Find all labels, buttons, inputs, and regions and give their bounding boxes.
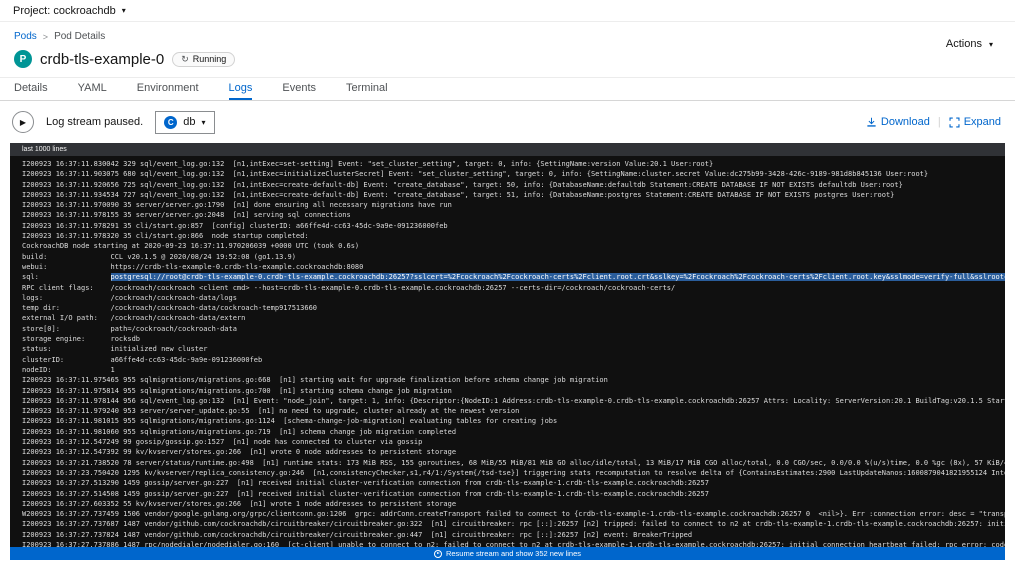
log-line: RPC client flags: /cockroach/cockroach <… [22, 283, 1005, 293]
chevron-down-icon: ▾ [989, 40, 993, 49]
log-lines[interactable]: I200923 16:37:11.830042 329 sql/event_lo… [10, 156, 1005, 547]
log-line: I200923 16:37:27.513290 1459 gossip/serv… [22, 478, 1005, 488]
log-line: store[0]: path=/cockroach/cockroach-data [22, 324, 1005, 334]
log-line: I200923 16:37:27.737886 1487 rpc/nodedia… [22, 540, 1005, 547]
log-line: I200923 16:37:27.737687 1487 vendor/gith… [22, 519, 1005, 529]
tab-logs[interactable]: Logs [229, 78, 253, 100]
log-line: webui: https://crdb-tls-example-0.crdb-t… [22, 262, 1005, 272]
page-title: crdb-tls-example-0 [40, 51, 164, 68]
log-line: I200923 16:37:11.975814 955 sqlmigration… [22, 386, 1005, 396]
project-bar: Project: cockroachdb ▾ [0, 0, 1015, 22]
download-link[interactable]: Download [866, 116, 930, 128]
download-icon [866, 117, 877, 128]
container-icon: C [164, 116, 177, 129]
log-line: CockroachDB node starting at 2020-09-23 … [22, 241, 1005, 251]
log-line: I200923 16:37:11.830042 329 sql/event_lo… [22, 159, 1005, 169]
expand-link-label: Expand [964, 116, 1001, 128]
log-line: build: CCL v20.1.5 @ 2020/08/24 19:52:08… [22, 252, 1005, 262]
resume-stream-banner[interactable]: Resume stream and show 352 new lines [10, 547, 1005, 560]
log-line: I200923 16:37:23.750420 1295 kv/kvserver… [22, 468, 1005, 478]
status-badge-label: Running [193, 54, 227, 64]
container-select[interactable]: C db ▾ [155, 111, 214, 134]
log-line: I200923 16:37:11.934534 727 sql/event_lo… [22, 190, 1005, 200]
breadcrumb-pods-link[interactable]: Pods [14, 31, 37, 42]
log-line: I200923 16:37:11.920656 725 sql/event_lo… [22, 180, 1005, 190]
play-icon: ▶ [20, 118, 26, 127]
download-link-label: Download [881, 116, 930, 128]
log-line: I200923 16:37:12.547392 99 kv/kvserver/s… [22, 447, 1005, 457]
log-line: I200923 16:37:11.970090 35 server/server… [22, 200, 1005, 210]
log-line: I200923 16:37:21.738520 78 server/status… [22, 458, 1005, 468]
pod-tabs: Details YAML Environment Logs Events Ter… [0, 77, 1015, 101]
log-viewer: last 1000 lines I200923 16:37:11.830042 … [10, 143, 1005, 560]
tab-environment[interactable]: Environment [137, 78, 199, 100]
log-line: I200923 16:37:11.978155 35 server/server… [22, 210, 1005, 220]
log-lines-count-header: last 1000 lines [10, 143, 1005, 156]
status-badge: ↻ Running [172, 52, 235, 67]
log-line: I200923 16:37:27.514508 1459 gossip/serv… [22, 489, 1005, 499]
breadcrumb-current: Pod Details [54, 31, 105, 42]
log-line: storage engine: rocksdb [22, 334, 1005, 344]
expand-icon [949, 117, 960, 128]
log-line: I200923 16:37:11.978144 956 sql/event_lo… [22, 396, 1005, 406]
pod-header: Pods > Pod Details P crdb-tls-example-0 … [0, 22, 1015, 77]
log-line: clusterID: a66ffe4d-cc63-45dc-9a9e-09123… [22, 355, 1005, 365]
log-line: I200923 16:37:12.547249 99 gossip/gossip… [22, 437, 1005, 447]
sync-icon: ↻ [181, 54, 189, 65]
breadcrumb: Pods > Pod Details [14, 31, 999, 42]
log-line: nodeID: 1 [22, 365, 1005, 375]
log-line: I200923 16:37:11.975465 955 sqlmigration… [22, 375, 1005, 385]
tab-events[interactable]: Events [282, 78, 316, 100]
log-toolbar: ▶ Log stream paused. C db ▾ Download | E… [0, 101, 1015, 143]
log-line: I200923 16:37:11.981015 955 sqlmigration… [22, 416, 1005, 426]
log-line: I200923 16:37:27.603352 55 kv/kvserver/s… [22, 499, 1005, 509]
log-line: I200923 16:37:27.737824 1487 vendor/gith… [22, 530, 1005, 540]
log-line: W200923 16:37:27.737459 1506 vendor/goog… [22, 509, 1005, 519]
tab-details[interactable]: Details [14, 78, 48, 100]
chevron-down-icon: ▾ [122, 6, 126, 15]
project-selector-label: Project: cockroachdb [13, 5, 116, 17]
log-line: I200923 16:37:11.979240 953 server/serve… [22, 406, 1005, 416]
log-line: I200923 16:37:11.978320 35 cli/start.go:… [22, 231, 1005, 241]
chevron-down-icon: ▾ [201, 118, 205, 127]
project-selector[interactable]: Project: cockroachdb ▾ [13, 5, 126, 17]
resume-stream-banner-label: Resume stream and show 352 new lines [446, 549, 581, 558]
play-circle-icon [434, 550, 442, 558]
log-line: logs: /cockroach/cockroach-data/logs [22, 293, 1005, 303]
breadcrumb-separator: > [43, 32, 48, 42]
expand-link[interactable]: Expand [949, 116, 1001, 128]
log-line: temp dir: /cockroach/cockroach-data/cock… [22, 303, 1005, 313]
stream-status-text: Log stream paused. [46, 116, 143, 128]
log-line: external I/O path: /cockroach/cockroach-… [22, 313, 1005, 323]
log-line: I200923 16:37:11.981060 955 sqlmigration… [22, 427, 1005, 437]
log-line: status: initialized new cluster [22, 344, 1005, 354]
log-line-selected: sql: postgresql://root@crdb-tls-example-… [22, 272, 1005, 282]
pod-resource-icon: P [14, 50, 32, 68]
container-select-value: db [183, 116, 195, 128]
tab-yaml[interactable]: YAML [78, 78, 107, 100]
log-line: I200923 16:37:11.978291 35 cli/start.go:… [22, 221, 1005, 231]
toolbar-divider: | [938, 116, 941, 128]
log-line: I200923 16:37:11.903075 680 sql/event_lo… [22, 169, 1005, 179]
resume-stream-button[interactable]: ▶ [12, 111, 34, 133]
tab-terminal[interactable]: Terminal [346, 78, 388, 100]
actions-dropdown-label: Actions [946, 38, 982, 50]
actions-dropdown[interactable]: Actions ▾ [946, 38, 993, 50]
